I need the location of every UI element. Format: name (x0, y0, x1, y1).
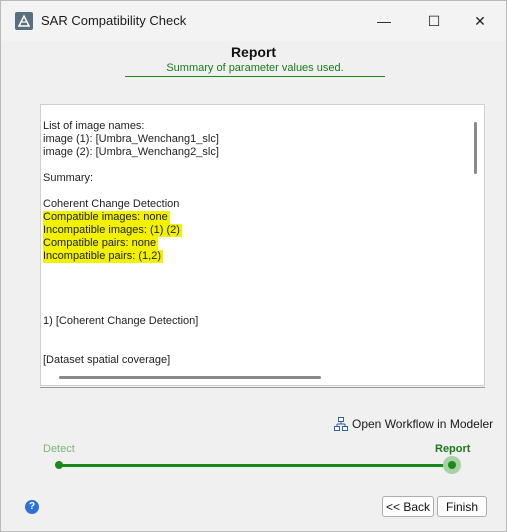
report-line: Incompatible pairs: (1,2) (43, 250, 463, 263)
divider (40, 387, 485, 388)
step-detect-label: Detect (43, 443, 75, 455)
page-title: Report (230, 44, 277, 60)
report-line: 1) [Coherent Change Detection] (43, 315, 463, 328)
step-report-marker (448, 461, 456, 469)
report-line (43, 341, 463, 354)
report-line-text: 1) [Coherent Change Detection] (43, 315, 199, 327)
report-line-text: image (1): [Umbra_Wenchang1_slc] (43, 133, 219, 145)
report-line-text: Coherent Change Detection (43, 198, 180, 210)
finish-button[interactable]: Finish (437, 496, 487, 517)
maximize-button[interactable]: ☐ (423, 11, 445, 31)
report-line: List of image names: (43, 120, 463, 133)
report-line (43, 185, 463, 198)
horizontal-scrollbar[interactable] (59, 376, 321, 379)
workflow-icon (334, 417, 348, 431)
report-line (43, 263, 463, 276)
report-line-text: [Dataset spatial coverage] (43, 354, 171, 366)
report-line-highlighted-text: Incompatible images: (1) (2) (43, 224, 182, 237)
report-line (43, 328, 463, 341)
report-line: Incompatible images: (1) (2) (43, 224, 463, 237)
report-line-highlighted-text: Compatible pairs: none (43, 237, 159, 250)
dialog-content: Report Summary of parameter values used.… (1, 41, 506, 531)
back-button[interactable]: << Back (382, 496, 434, 517)
report-line: image (1): [Umbra_Wenchang1_slc] (43, 133, 463, 146)
page-subtitle: Summary of parameter values used. (125, 62, 385, 77)
step-report-label: Report (435, 443, 471, 455)
report-line-text: Summary: (43, 172, 94, 184)
report-line (43, 289, 463, 302)
open-workflow-label: Open Workflow in Modeler (352, 417, 494, 431)
app-icon (15, 12, 33, 30)
report-line: Summary: (43, 172, 463, 185)
dialog-window: SAR Compatibility Check — ☐ ✕ Report Sum… (0, 0, 507, 532)
progress-track (58, 464, 453, 467)
report-line (43, 276, 463, 289)
window-title: SAR Compatibility Check (41, 13, 187, 28)
report-line (43, 302, 463, 315)
report-line-text: List of image names: (43, 120, 145, 132)
report-line: Compatible pairs: none (43, 237, 463, 250)
title-bar: SAR Compatibility Check — ☐ ✕ (1, 1, 506, 41)
report-line-text: image (2): [Umbra_Wenchang2_slc] (43, 146, 219, 158)
report-line: image (2): [Umbra_Wenchang2_slc] (43, 146, 463, 159)
vertical-scrollbar[interactable] (474, 122, 477, 174)
close-button[interactable]: ✕ (469, 11, 491, 31)
report-line: Coherent Change Detection (43, 198, 463, 211)
report-line-highlighted-text: Incompatible pairs: (1,2) (43, 250, 163, 263)
report-line: [Dataset spatial coverage] (43, 354, 463, 367)
step-detect-marker (55, 461, 63, 469)
report-content: List of image names: image (1): [Umbra_We… (43, 120, 463, 367)
report-line (43, 159, 463, 172)
help-icon[interactable]: ? (25, 500, 39, 514)
report-line: Compatible images: none (43, 211, 463, 224)
report-text-area[interactable]: List of image names: image (1): [Umbra_We… (40, 104, 485, 386)
report-line-highlighted-text: Compatible images: none (43, 211, 170, 224)
open-workflow-link[interactable]: Open Workflow in Modeler (334, 417, 493, 431)
minimize-button[interactable]: — (373, 11, 395, 31)
